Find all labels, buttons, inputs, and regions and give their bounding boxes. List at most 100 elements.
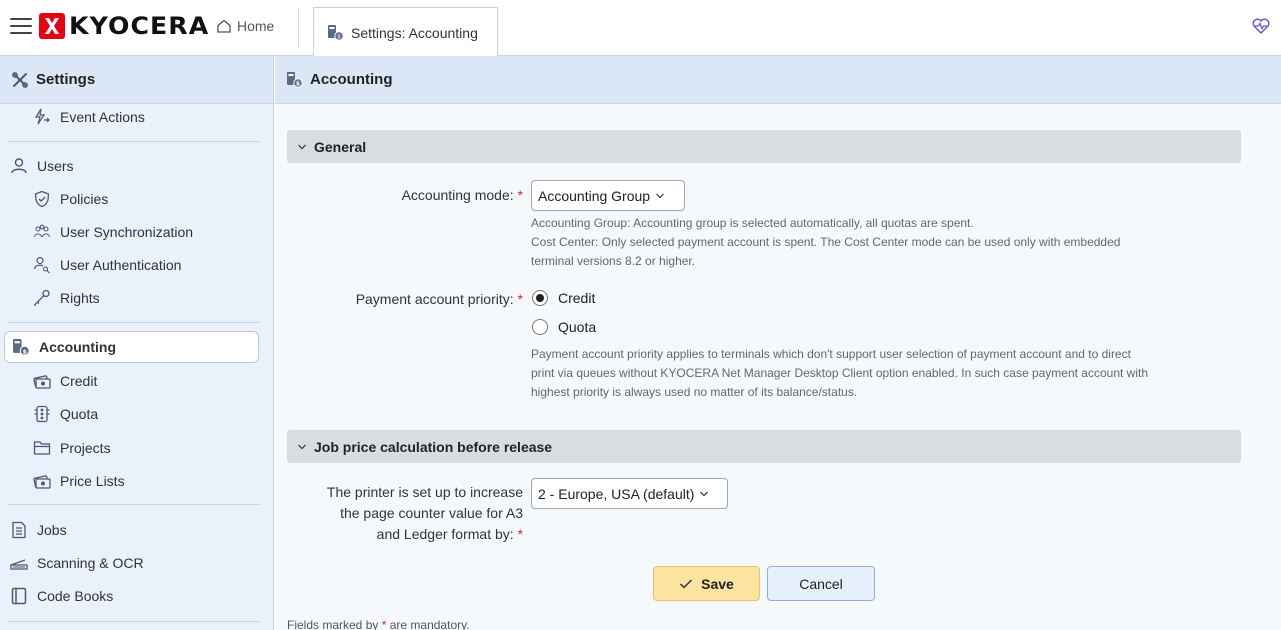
sidebar-item-label: Code Books — [37, 588, 114, 604]
sidebar-item-code-books[interactable]: Code Books — [0, 581, 273, 611]
sidebar-item-label: Price Lists — [60, 473, 125, 489]
sidebar-item-accounting[interactable]: $ Accounting — [4, 331, 259, 363]
section-general-title: General — [314, 138, 367, 155]
sidebar-item-users[interactable]: Users — [0, 151, 273, 181]
sidebar-item-scanning-ocr[interactable]: Scanning & OCR — [0, 548, 273, 578]
sidebar-item-price-lists[interactable]: Price Lists — [0, 466, 273, 496]
page-counter-value: 2 - Europe, USA (default) — [538, 485, 695, 502]
required-marker: * — [381, 618, 387, 630]
required-marker: * — [517, 187, 523, 203]
section-general-header[interactable]: General — [287, 130, 1241, 163]
radio-button-selected[interactable] — [532, 290, 548, 306]
sidebar-item-label: Policies — [60, 191, 109, 207]
folder-icon — [33, 439, 51, 457]
radio-credit[interactable]: Credit — [532, 290, 595, 306]
sidebar-item-label: Credit — [60, 373, 98, 389]
accounting-icon: $ — [328, 25, 344, 41]
section-job-price-header[interactable]: Job price calculation before release — [287, 430, 1241, 463]
key-icon — [33, 289, 51, 307]
kyocera-logo-mark-icon — [39, 13, 65, 39]
page-counter-label-line: and Ledger format by: — [376, 526, 514, 542]
shield-check-icon — [33, 190, 51, 208]
mandatory-fields-note: Fields marked by * are mandatory. — [287, 618, 470, 630]
sidebar-item-label: Scanning & OCR — [37, 555, 144, 571]
page-header: $ Accounting — [275, 56, 1281, 104]
chevron-down-icon — [656, 193, 665, 198]
payment-priority-help: Payment account priority applies to term… — [531, 345, 1251, 402]
brand-name: KYOCERA — [69, 12, 210, 40]
save-button-label: Save — [701, 575, 734, 592]
accounting-icon: $ — [12, 338, 30, 356]
sidebar-item-label: Quota — [60, 406, 99, 422]
credit-icon — [33, 372, 51, 390]
sidebar-item-user-authentication[interactable]: User Authentication — [0, 250, 273, 280]
hamburger-menu-icon[interactable] — [10, 18, 32, 34]
accounting-mode-help: Accounting Group: Accounting group is se… — [531, 214, 1251, 271]
footnote-text: Fields marked by — [287, 618, 379, 630]
sidebar-item-credit[interactable]: Credit — [0, 366, 273, 396]
payment-priority-label-text: Payment account priority: — [355, 291, 514, 307]
sidebar-divider — [8, 322, 260, 323]
sidebar-item-label: User Synchronization — [60, 224, 194, 240]
page-counter-select[interactable]: 2 - Europe, USA (default) — [531, 478, 728, 509]
sidebar-item-label: User Authentication — [60, 257, 182, 273]
health-heart-icon[interactable] — [1252, 18, 1270, 34]
sidebar-item-label: Accounting — [39, 339, 116, 355]
accounting-mode-label-text: Accounting mode: — [401, 187, 514, 203]
radio-quota-label: Quota — [558, 319, 597, 335]
footnote-text: are mandatory. — [389, 618, 470, 630]
help-line: Accounting Group: Accounting group is se… — [531, 216, 974, 230]
cancel-button-label: Cancel — [799, 575, 843, 592]
help-line: terminal versions 8.2 or higher. — [531, 254, 696, 268]
sidebar-item-projects[interactable]: Projects — [0, 433, 273, 463]
sidebar-item-policies[interactable]: Policies — [0, 184, 273, 214]
payment-priority-label: Payment account priority: * — [275, 289, 523, 310]
sidebar-item-user-synchronization[interactable]: User Synchronization — [0, 217, 273, 247]
quota-icon — [33, 405, 51, 423]
home-icon — [217, 19, 231, 33]
radio-quota[interactable]: Quota — [532, 319, 596, 335]
page-counter-label-line: the page counter value for A3 — [340, 505, 523, 521]
sidebar-divider — [8, 621, 260, 622]
page-title: Accounting — [310, 71, 393, 88]
accounting-mode-value: Accounting Group — [538, 187, 651, 204]
sidebar-divider — [8, 141, 260, 142]
tab-home[interactable]: Home — [216, 16, 274, 36]
sidebar-title: Settings — [36, 71, 96, 88]
chevron-down-icon — [298, 444, 306, 449]
main-content: $ Accounting General Accounting mode: * … — [275, 56, 1281, 630]
svg-text:$: $ — [22, 348, 26, 355]
radio-button[interactable] — [532, 319, 548, 335]
sidebar-item-quota[interactable]: Quota — [0, 399, 273, 429]
chevron-down-icon — [298, 144, 306, 149]
accounting-mode-select[interactable]: Accounting Group — [531, 180, 685, 211]
accounting-mode-label: Accounting mode: * — [275, 185, 523, 206]
required-marker: * — [517, 526, 523, 542]
top-bar: KYOCERA Home $ Settings: Accounting — [0, 0, 1281, 57]
user-key-icon — [33, 256, 51, 274]
scanner-icon — [10, 554, 28, 572]
tab-divider — [298, 8, 299, 48]
sidebar-item-label: Event Actions — [60, 109, 145, 125]
accounting-icon: $ — [287, 72, 303, 88]
page-counter-label-line: The printer is set up to increase — [326, 484, 523, 500]
sidebar-item-label: Jobs — [37, 522, 67, 538]
event-actions-icon — [33, 108, 51, 126]
tools-icon — [12, 71, 28, 88]
tab-settings-accounting-label: Settings: Accounting — [351, 24, 478, 41]
user-icon — [10, 157, 28, 175]
tab-home-label: Home — [237, 18, 275, 34]
kyocera-logo[interactable]: KYOCERA — [39, 13, 208, 39]
cancel-button[interactable]: Cancel — [767, 566, 875, 601]
sidebar-item-jobs[interactable]: Jobs — [0, 515, 273, 545]
sidebar-item-label: Users — [37, 158, 74, 174]
svg-text:$: $ — [337, 34, 341, 41]
tab-settings-accounting[interactable]: $ Settings: Accounting — [313, 7, 498, 57]
sidebar-item-rights[interactable]: Rights — [0, 283, 273, 313]
svg-text:$: $ — [296, 81, 300, 88]
users-sync-icon — [33, 223, 51, 241]
help-line: Cost Center: Only selected payment accou… — [531, 235, 1121, 249]
save-button[interactable]: Save — [653, 566, 760, 601]
radio-credit-label: Credit — [558, 290, 596, 306]
sidebar-item-event-actions[interactable]: Event Actions — [0, 104, 273, 130]
